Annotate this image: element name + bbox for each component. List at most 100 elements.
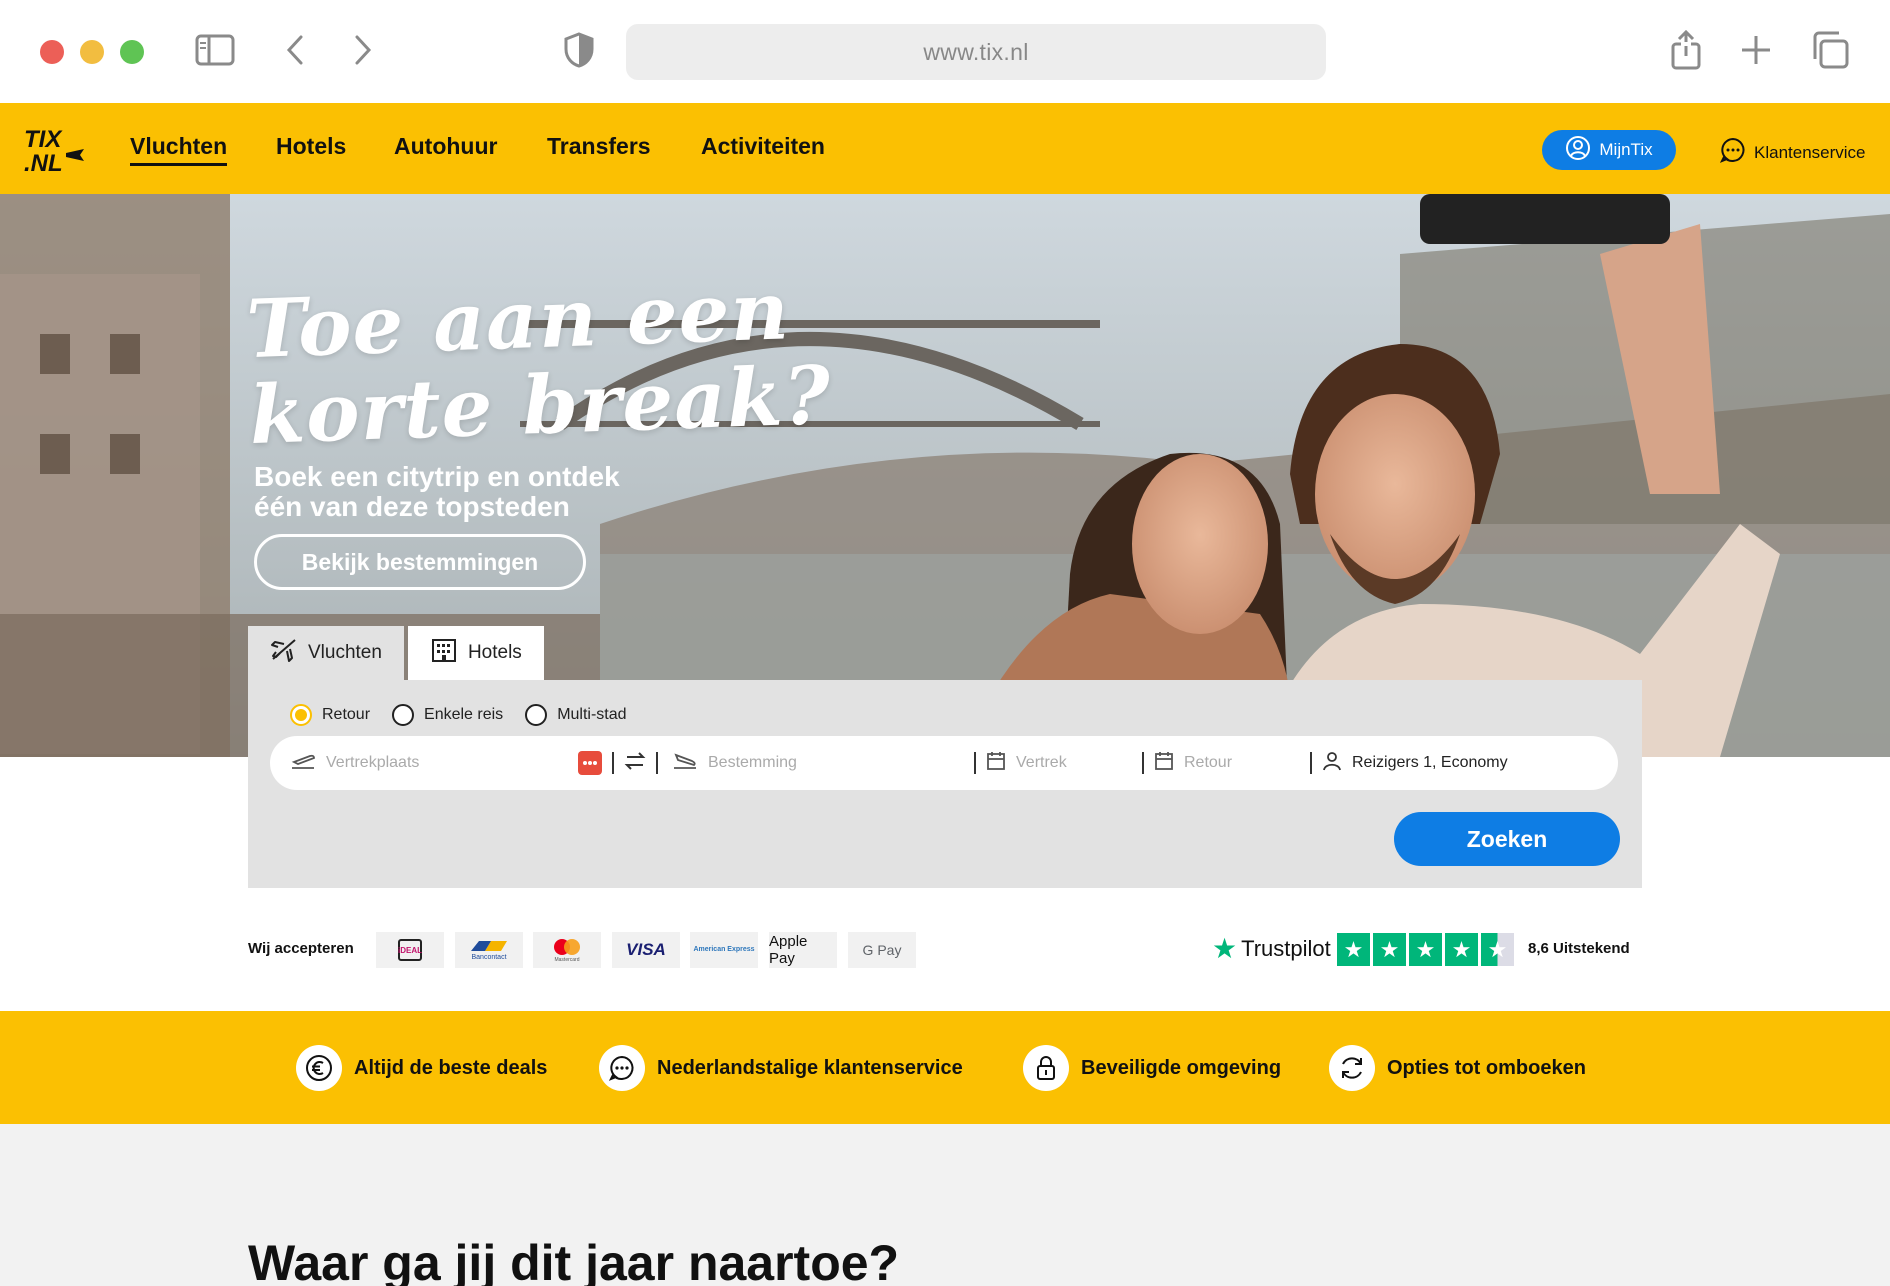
radio-indicator <box>525 704 548 726</box>
destination-placeholder: Bestemming <box>708 754 797 771</box>
return-date-field[interactable]: Retour <box>1144 736 1310 790</box>
minimize-window-button[interactable] <box>80 40 104 64</box>
amex-logo: American Express <box>690 932 758 968</box>
more-options-icon[interactable] <box>578 751 602 775</box>
radio-retour[interactable]: Retour <box>290 704 370 726</box>
apple-pay-logo: Apple Pay <box>769 932 837 968</box>
takeoff-icon <box>290 751 316 776</box>
usp-rebooking: Opties tot omboeken <box>1329 1045 1586 1091</box>
nav-link-activiteiten[interactable]: Activiteiten <box>701 133 825 160</box>
chat-icon <box>1719 137 1746 168</box>
star-icon: ★ <box>1337 933 1370 966</box>
radio-indicator <box>392 704 415 726</box>
search-fields-bar: Vertrekplaats Bestemming Vertrek Retour … <box>270 736 1618 790</box>
radio-multi-stad[interactable]: Multi-stad <box>525 704 627 726</box>
payment-methods-label: Wij accepteren <box>248 940 354 957</box>
mastercard-logo: Mastercard <box>533 932 601 968</box>
usp-secure-label: Beveiligde omgeving <box>1081 1056 1282 1079</box>
nav-link-hotels[interactable]: Hotels <box>276 133 346 160</box>
address-bar-text: www.tix.nl <box>923 38 1029 65</box>
address-bar[interactable]: www.tix.nl <box>626 24 1326 80</box>
radio-enkele-reis-label: Enkele reis <box>424 706 504 723</box>
nav-link-autohuur[interactable]: Autohuur <box>394 133 497 160</box>
calendar-icon <box>986 751 1006 776</box>
shield-icon <box>562 30 596 70</box>
origin-actions <box>578 751 658 776</box>
zoeken-button[interactable]: Zoeken <box>1394 812 1620 866</box>
usp-klantenservice-label: Nederlandstalige klantenservice <box>657 1056 963 1079</box>
destinations-section: Waar ga jij dit jaar naartoe? <box>0 1124 1890 1286</box>
svg-text:TIX: TIX <box>24 126 63 153</box>
search-tabs: Vluchten Hotels <box>248 626 544 680</box>
forward-icon[interactable] <box>348 32 378 68</box>
share-icon[interactable] <box>1668 28 1704 72</box>
visa-logo: VISA <box>612 932 680 968</box>
lock-icon <box>1023 1045 1069 1091</box>
tab-hotels[interactable]: Hotels <box>407 626 544 680</box>
klantenservice-label: Klantenservice <box>1754 142 1866 162</box>
hero-title: Toe aan een korte break? <box>245 263 833 463</box>
mijntix-label: MijnTix <box>1599 140 1653 159</box>
close-window-button[interactable] <box>40 40 64 64</box>
usp-rebooking-label: Opties tot omboeken <box>1387 1056 1586 1079</box>
trustpilot-score: 8,6 Uitstekend <box>1528 940 1630 957</box>
trip-type-options: Retour Enkele reis Multi-stad <box>290 704 627 726</box>
nav-link-transfers[interactable]: Transfers <box>547 133 651 160</box>
refresh-icon <box>1329 1045 1375 1091</box>
user-icon <box>1565 135 1591 166</box>
travellers-value: Reizigers 1, Economy <box>1352 754 1508 771</box>
trustpilot-brand: Trustpilot <box>1241 936 1331 961</box>
usp-best-deals: Altijd de beste deals <box>296 1045 547 1091</box>
bancontact-logo: Bancontact <box>455 932 523 968</box>
destination-field[interactable]: Bestemming <box>658 736 974 790</box>
sidebar-icon[interactable] <box>194 32 236 68</box>
klantenservice-link[interactable]: Klantenservice <box>1719 137 1866 168</box>
flight-search-panel: Retour Enkele reis Multi-stad Vertrekpla… <box>248 680 1642 888</box>
mijntix-button[interactable]: MijnTix <box>1542 130 1676 170</box>
person-icon <box>1322 751 1342 776</box>
back-icon[interactable] <box>280 32 310 68</box>
depart-date-field[interactable]: Vertrek <box>976 736 1142 790</box>
half-star-icon: ★ <box>1481 933 1514 966</box>
radio-enkele-reis[interactable]: Enkele reis <box>392 704 503 726</box>
hero-subtitle: Boek een citytrip en ontdek één van deze… <box>254 461 620 522</box>
star-icon: ★ <box>1373 933 1406 966</box>
new-tab-icon[interactable] <box>1738 32 1774 68</box>
plane-icon <box>270 637 298 669</box>
usp-best-deals-label: Altijd de beste deals <box>354 1056 548 1079</box>
trustpilot-logo[interactable]: ★ Trustpilot <box>1212 935 1331 963</box>
trustpilot-star-icon: ★ <box>1212 933 1238 964</box>
maximize-window-button[interactable] <box>120 40 144 64</box>
star-icon: ★ <box>1409 933 1442 966</box>
usp-secure: Beveiligde omgeving <box>1023 1045 1281 1091</box>
radio-retour-label: Retour <box>322 706 371 723</box>
chat-icon <box>599 1045 645 1091</box>
nav-link-vluchten[interactable]: Vluchten <box>130 133 228 166</box>
tix-logo[interactable]: TIX .NL <box>22 125 86 177</box>
swap-icon[interactable] <box>624 751 646 776</box>
euro-icon <box>296 1045 342 1091</box>
trustpilot-rating: ★ ★ ★ ★ ★ <box>1337 933 1514 966</box>
section-title: Waar ga jij dit jaar naartoe? <box>248 1235 900 1286</box>
return-placeholder: Retour <box>1184 754 1233 771</box>
tab-hotels-label: Hotels <box>467 642 522 663</box>
svg-text:.NL: .NL <box>24 150 63 177</box>
travellers-field[interactable]: Reizigers 1, Economy <box>1312 736 1508 790</box>
ideal-logo: iDEAL <box>376 932 444 968</box>
building-icon <box>430 637 458 669</box>
origin-field[interactable]: Vertrekplaats <box>270 736 578 790</box>
bekijk-bestemmingen-button[interactable]: Bekijk bestemmingen <box>254 534 586 590</box>
radio-multi-stad-label: Multi-stad <box>557 706 627 723</box>
calendar-icon <box>1154 751 1174 776</box>
field-divider <box>612 752 614 774</box>
usp-klantenservice: Nederlandstalige klantenservice <box>599 1045 963 1091</box>
star-icon: ★ <box>1445 933 1478 966</box>
radio-indicator <box>290 704 312 726</box>
origin-placeholder: Vertrekplaats <box>326 754 420 771</box>
landing-icon <box>672 751 698 776</box>
browser-chrome: www.tix.nl <box>0 0 1890 103</box>
depart-placeholder: Vertrek <box>1016 754 1067 771</box>
tab-vluchten-label: Vluchten <box>308 642 382 663</box>
tab-vluchten[interactable]: Vluchten <box>248 626 404 680</box>
tabs-icon[interactable] <box>1810 30 1850 70</box>
